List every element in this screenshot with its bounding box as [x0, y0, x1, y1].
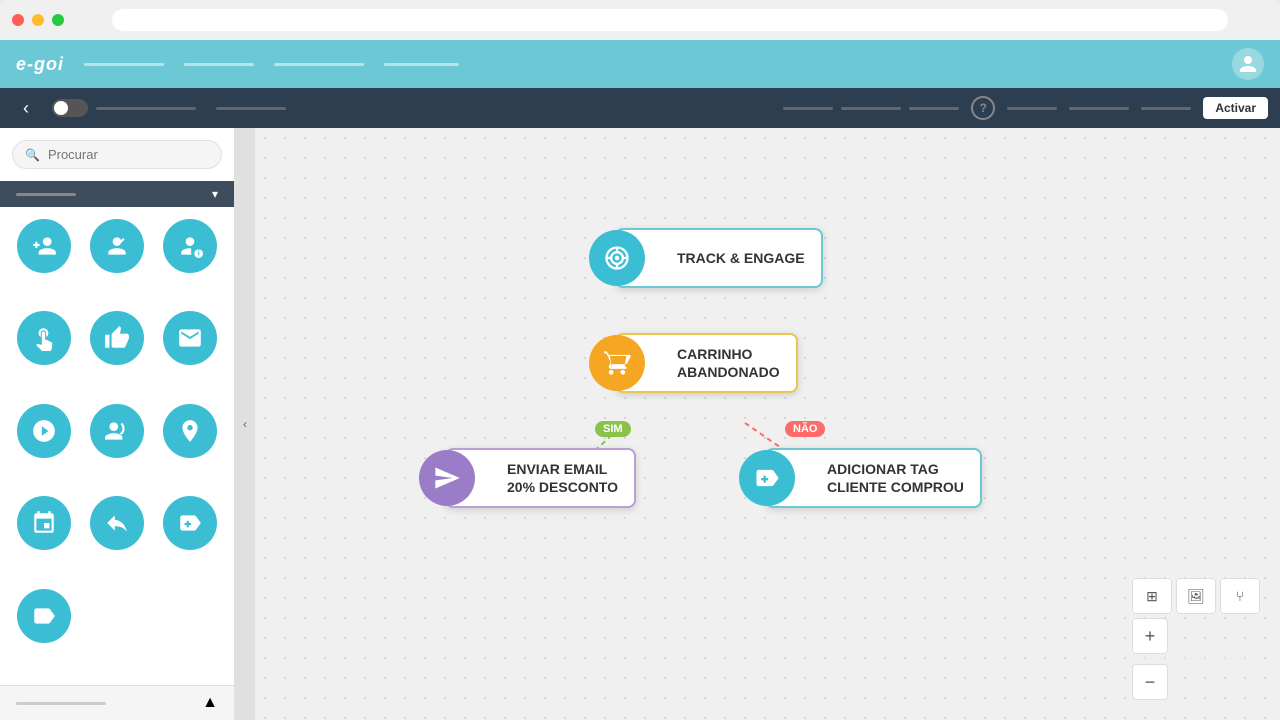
add-tag-label: ADICIONAR TAG CLIENTE COMPROU: [795, 450, 980, 506]
search-input[interactable]: [48, 147, 209, 162]
sec-nav-item-3[interactable]: [909, 107, 959, 110]
avatar[interactable]: [1232, 48, 1264, 80]
category-header[interactable]: ▾: [0, 181, 234, 207]
send-email-label: ENVIAR EMAIL 20% DESCONTO: [475, 450, 634, 506]
no-label: NÃO: [785, 421, 825, 437]
activate-button[interactable]: Activar: [1203, 97, 1268, 119]
connector-svg: [255, 128, 1280, 720]
view-controls-row: ⊞ 🖼 ⑂: [1132, 578, 1260, 614]
zoom-in-button[interactable]: +: [1132, 618, 1168, 654]
edit-user-icon-button[interactable]: [90, 219, 144, 273]
zoom-out-button[interactable]: −: [1132, 664, 1168, 700]
minimize-dot[interactable]: [32, 14, 44, 26]
nav-item-1[interactable]: [84, 63, 164, 66]
close-dot[interactable]: [12, 14, 24, 26]
send-email-node[interactable]: ENVIAR EMAIL 20% DESCONTO: [445, 448, 636, 508]
image-button[interactable]: 🖼: [1176, 578, 1216, 614]
browser-chrome: [0, 0, 1280, 40]
toggle-switch[interactable]: [52, 99, 88, 117]
fit-view-button[interactable]: ⊞: [1132, 578, 1172, 614]
touch-icon-button[interactable]: [17, 311, 71, 365]
category-label-bar: [16, 193, 76, 196]
app-container: e-goi ‹ ? Activar 🔍: [0, 40, 1280, 720]
email-send-icon: [419, 450, 475, 506]
track-icon: [589, 230, 645, 286]
help-button[interactable]: ?: [971, 96, 995, 120]
toggle-label: [96, 107, 196, 110]
top-nav: e-goi: [0, 40, 1280, 88]
nav-item-4[interactable]: [384, 63, 459, 66]
sec-nav-item-4[interactable]: [1007, 107, 1057, 110]
main-content: 🔍 ▾: [0, 128, 1280, 720]
canvas-controls: ⊞ 🖼 ⑂ + −: [1132, 578, 1260, 700]
tag-icon-button[interactable]: [17, 589, 71, 643]
sidebar-bottom: ▲: [0, 685, 234, 720]
add-tag-icon: [739, 450, 795, 506]
share-button[interactable]: ⑂: [1220, 578, 1260, 614]
toggle-group: [52, 99, 196, 117]
add-tag-node[interactable]: ADICIONAR TAG CLIENTE COMPROU: [765, 448, 982, 508]
person-check-icon-button[interactable]: [90, 404, 144, 458]
track-engage-label: TRACK & ENGAGE: [645, 239, 821, 277]
address-bar[interactable]: [112, 9, 1228, 31]
nav-item-2[interactable]: [184, 63, 254, 66]
yes-label: SIM: [595, 421, 631, 437]
secondary-nav: ‹ ? Activar: [0, 88, 1280, 128]
cart-icon: [589, 335, 645, 391]
secondary-nav-items: [783, 107, 959, 110]
calendar-icon-button[interactable]: [17, 496, 71, 550]
cart-abandoned-label: CARRINHO ABANDONADO: [645, 335, 796, 391]
search-icon: 🔍: [25, 148, 40, 162]
email-icon-button[interactable]: [163, 311, 217, 365]
back-button[interactable]: ‹: [12, 94, 40, 122]
sec-nav-item-6[interactable]: [1141, 107, 1191, 110]
nav-item-3[interactable]: [274, 63, 364, 66]
cart-abandoned-node[interactable]: CARRINHO ABANDONADO: [615, 333, 798, 393]
sidebar: 🔍 ▾: [0, 128, 235, 720]
sec-nav-item-2[interactable]: [841, 107, 901, 110]
tag-plus-icon-button[interactable]: [163, 496, 217, 550]
canvas-area: TRACK & ENGAGE CARRINHO ABANDONADO SIM N…: [255, 128, 1280, 720]
target-icon-button[interactable]: [17, 404, 71, 458]
category-chevron: ▾: [212, 187, 218, 201]
bottom-bar: [16, 702, 106, 705]
user-money-icon-button[interactable]: [163, 219, 217, 273]
icons-grid: [0, 207, 234, 685]
location-icon-button[interactable]: [163, 404, 217, 458]
nav-label-2[interactable]: [216, 107, 286, 110]
collapse-button[interactable]: ‹: [235, 128, 255, 720]
like-icon-button[interactable]: [90, 311, 144, 365]
track-engage-node[interactable]: TRACK & ENGAGE: [615, 228, 823, 288]
search-box: 🔍: [12, 140, 222, 169]
maximize-dot[interactable]: [52, 14, 64, 26]
sec-nav-item-5[interactable]: [1069, 107, 1129, 110]
collapse-icon[interactable]: ▲: [202, 694, 218, 712]
brand-logo: e-goi: [16, 54, 64, 75]
reply-icon-button[interactable]: [90, 496, 144, 550]
sec-nav-item-1[interactable]: [783, 107, 833, 110]
add-user-icon-button[interactable]: [17, 219, 71, 273]
